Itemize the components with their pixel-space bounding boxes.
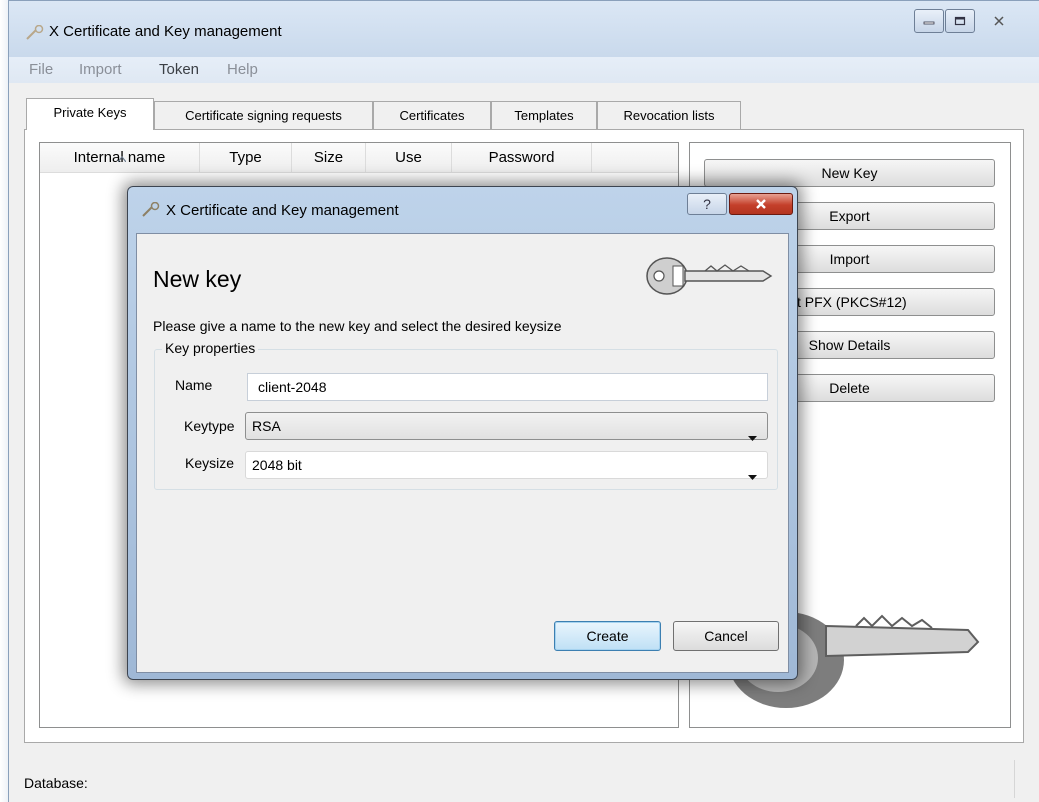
tab-revocation-lists[interactable]: Revocation lists — [597, 101, 741, 129]
column-header-password[interactable]: Password — [452, 143, 592, 173]
keytype-select[interactable]: RSA — [245, 412, 768, 441]
new-key-dialog: X Certificate and Key management ? New k… — [127, 186, 798, 680]
keysize-select[interactable]: 2048 bit — [245, 451, 768, 480]
chevron-down-icon — [748, 423, 757, 449]
column-header-type[interactable]: Type — [200, 143, 292, 173]
minimize-icon — [923, 21, 935, 25]
keytype-label: Keytype — [184, 418, 235, 434]
keysize-label: Keysize — [185, 455, 235, 471]
tab-templates[interactable]: Templates — [491, 101, 597, 129]
close-button[interactable] — [977, 9, 1021, 33]
app-icon — [141, 201, 161, 221]
close-icon — [756, 199, 766, 209]
help-button[interactable]: ? — [687, 193, 727, 215]
dialog-body: New key Please give a name to the new ke… — [136, 233, 789, 673]
title-bar[interactable]: X Certificate and Key management — [9, 1, 1039, 57]
status-divider — [1014, 760, 1015, 798]
column-header-size[interactable]: Size — [292, 143, 366, 173]
dialog-title: X Certificate and Key management — [166, 202, 399, 219]
minimize-button[interactable] — [914, 9, 944, 33]
key-icon — [645, 254, 775, 301]
create-button[interactable]: Create — [554, 621, 661, 651]
window-title: X Certificate and Key management — [49, 23, 282, 40]
column-header-use[interactable]: Use — [366, 143, 452, 173]
maximize-button[interactable] — [945, 9, 975, 33]
menu-import[interactable]: Import — [79, 61, 122, 78]
tab-certificates[interactable]: Certificates — [373, 101, 491, 129]
keysize-value: 2048 bit — [252, 457, 302, 473]
keytype-value: RSA — [252, 418, 281, 434]
dialog-instruction: Please give a name to the new key and se… — [153, 318, 562, 334]
desktop-edge — [0, 0, 8, 802]
menu-token[interactable]: Token — [159, 61, 199, 78]
menu-bar: File Import Token Help — [9, 57, 1039, 83]
key-properties-label: Key properties — [162, 340, 259, 356]
new-key-button[interactable]: New Key — [704, 159, 995, 187]
key-name-input[interactable] — [247, 373, 768, 401]
sort-arrow-icon — [117, 143, 127, 173]
menu-file[interactable]: File — [29, 61, 53, 78]
app-icon — [25, 24, 45, 41]
menu-help[interactable]: Help — [227, 61, 258, 78]
maximize-icon — [954, 16, 966, 26]
name-label: Name — [175, 377, 213, 393]
tab-certificate-signing-requests[interactable]: Certificate signing requests — [154, 101, 373, 129]
key-list-header: Internal name Type Size Use Password — [40, 143, 678, 173]
dialog-close-button[interactable] — [729, 193, 793, 215]
column-header-internal-name[interactable]: Internal name — [40, 143, 200, 173]
cancel-button[interactable]: Cancel — [673, 621, 779, 651]
tab-private-keys[interactable]: Private Keys — [26, 98, 154, 130]
chevron-down-icon — [748, 462, 757, 488]
status-database-label: Database: — [24, 775, 88, 791]
close-icon — [994, 16, 1004, 26]
dialog-heading: New key — [153, 266, 242, 292]
